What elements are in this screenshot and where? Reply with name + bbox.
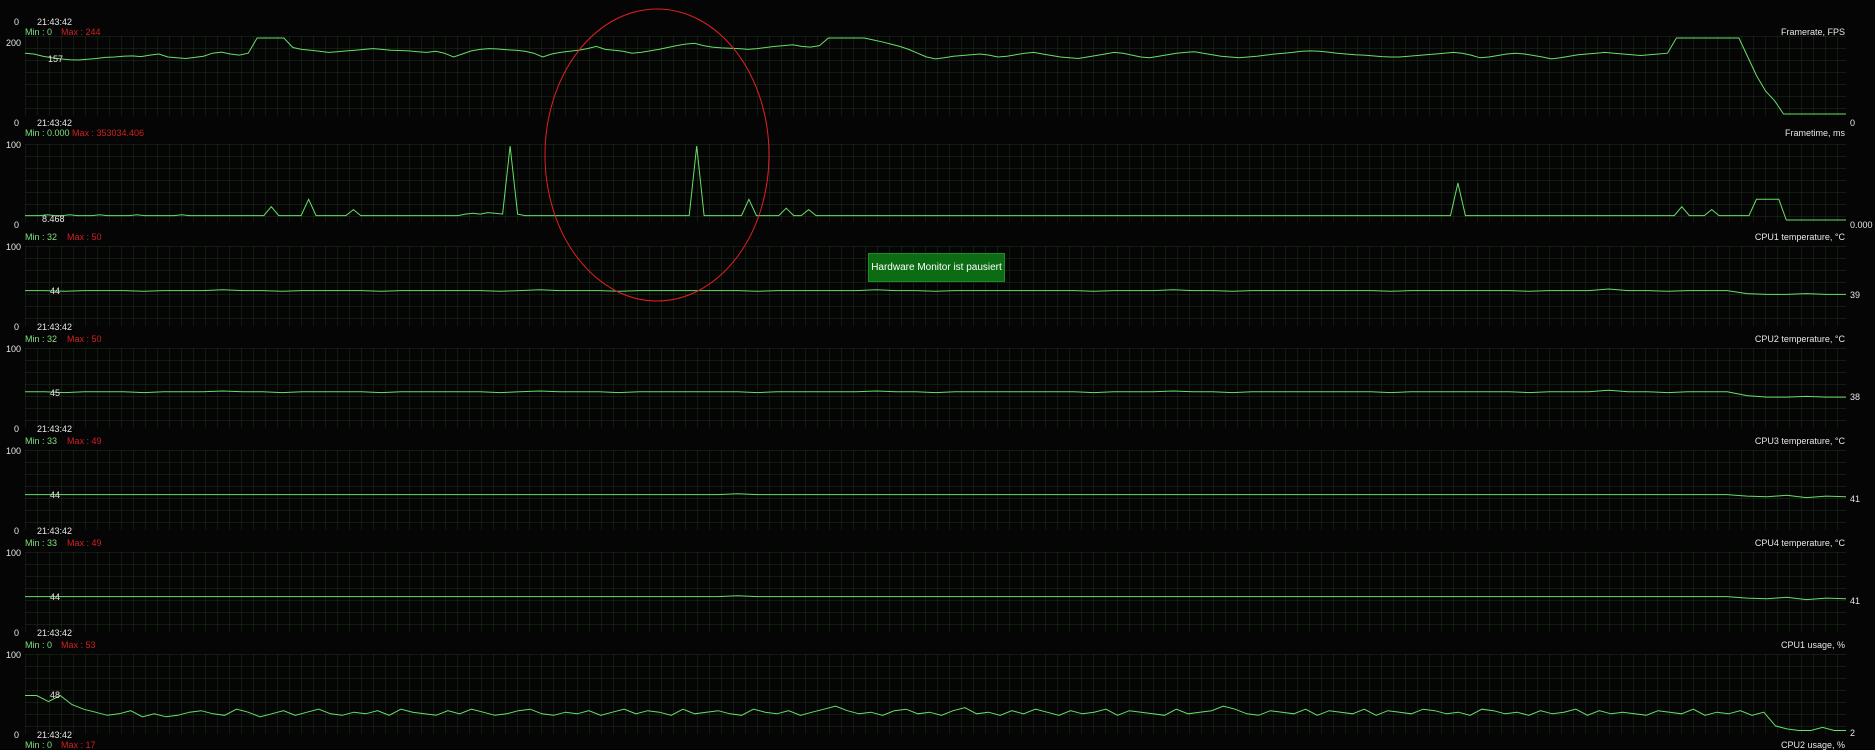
hardware-monitor-graphs[interactable]: 0 21:43:42 Min : 0 Max : 244 Framerate, …	[0, 0, 1875, 750]
red-circle-annotation	[544, 8, 770, 302]
